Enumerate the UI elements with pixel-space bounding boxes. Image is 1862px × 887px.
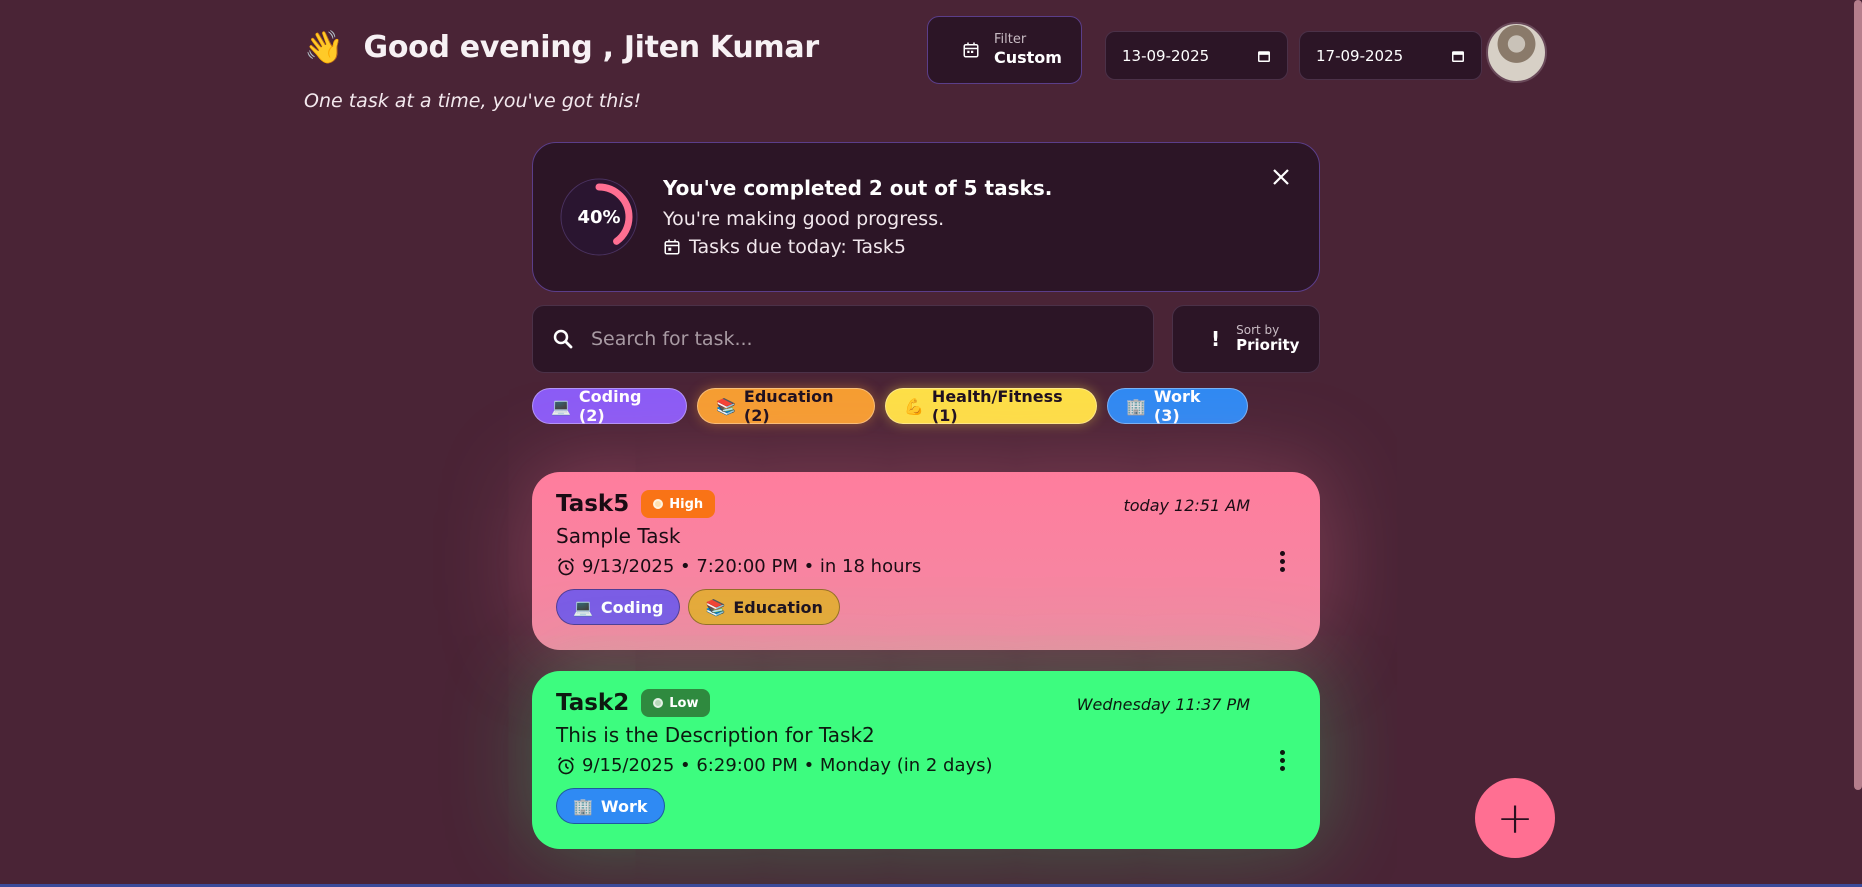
filter-value: Custom xyxy=(994,48,1062,67)
task-due-date: 9/15/2025 • 6:29:00 PM • Monday (in 2 da… xyxy=(582,755,993,776)
greeting-heading: 👋 Good evening , Jiten Kumar xyxy=(304,28,819,66)
filter-caption: Filter xyxy=(994,32,1027,47)
progress-card: 40% You've completed 2 out of 5 tasks. Y… xyxy=(532,142,1320,292)
category-chip-health-fitness[interactable]: 💪 Health/Fitness (1) xyxy=(885,387,1097,425)
category-chip-label: Coding (2) xyxy=(578,387,642,425)
priority-badge: High xyxy=(641,490,716,518)
task-title: Task5 xyxy=(556,491,630,517)
task-description: This is the Description for Task2 xyxy=(556,723,875,747)
calendar-picker-icon[interactable] xyxy=(1451,49,1465,63)
end-date-input[interactable]: 17-09-2025 xyxy=(1299,31,1482,80)
category-chip-label: Health/Fitness (1) xyxy=(931,387,1063,425)
filter-button[interactable]: Filter Custom xyxy=(927,16,1082,84)
category-filter-chips: 💻 Coding (2) 📚 Education (2) 💪 Health/Fi… xyxy=(532,387,1248,425)
task-created-time: Wednesday 11:37 PM xyxy=(1076,695,1250,714)
task-title: Task2 xyxy=(556,690,630,716)
calendar-icon xyxy=(963,42,979,58)
category-chip-education[interactable]: 📚 Education (2) xyxy=(697,387,875,425)
progress-ring: 40% xyxy=(555,173,643,261)
calendar-icon xyxy=(664,239,680,255)
priority-label: Low xyxy=(669,695,699,711)
books-icon: 📚 xyxy=(705,597,726,617)
start-date-input[interactable]: 13-09-2025 xyxy=(1105,31,1288,80)
priority-dot-icon xyxy=(653,499,664,509)
search-bar[interactable] xyxy=(532,305,1154,373)
scrollbar[interactable] xyxy=(1854,0,1862,790)
task-description: Sample Task xyxy=(556,524,681,548)
task-tag-label: Coding xyxy=(600,597,664,617)
progress-message: You're making good progress. xyxy=(663,208,945,230)
category-chip-label: Work (3) xyxy=(1153,387,1201,425)
muscle-icon: 💪 xyxy=(904,396,924,416)
search-input[interactable] xyxy=(591,328,1131,350)
task-tag-label: Work xyxy=(600,796,648,816)
user-avatar[interactable] xyxy=(1486,22,1547,83)
task-card[interactable]: Task5 High today 12:51 AM Sample Task 9/… xyxy=(532,472,1320,650)
office-building-icon: 🏢 xyxy=(573,796,593,816)
laptop-icon: 💻 xyxy=(551,396,571,416)
priority-label: High xyxy=(669,496,704,512)
category-chip-work[interactable]: 🏢 Work (3) xyxy=(1107,387,1248,425)
start-date-value: 13-09-2025 xyxy=(1122,46,1210,65)
category-chip-coding[interactable]: 💻 Coding (2) xyxy=(532,387,687,425)
priority-dot-icon xyxy=(653,698,664,708)
task-tag-coding[interactable]: 💻 Coding xyxy=(556,589,681,625)
progress-completed-text: You've completed 2 out of 5 tasks. xyxy=(663,176,1053,200)
tasks-due-today: Tasks due today: Task5 xyxy=(689,236,906,258)
sort-value: Priority xyxy=(1236,336,1300,354)
category-chip-label: Education (2) xyxy=(743,387,834,425)
task-due-date: 9/13/2025 • 7:20:00 PM • in 18 hours xyxy=(582,556,922,577)
wave-icon: 👋 xyxy=(304,28,344,66)
task-card[interactable]: Task2 Low Wednesday 11:37 PM This is the… xyxy=(532,671,1320,849)
office-building-icon: 🏢 xyxy=(1126,396,1146,416)
close-icon[interactable] xyxy=(1269,167,1293,191)
task-tag-label: Education xyxy=(733,597,823,617)
alarm-clock-icon xyxy=(557,557,575,575)
more-options-icon[interactable] xyxy=(1278,747,1286,774)
priority-icon: ! xyxy=(1211,327,1221,351)
calendar-picker-icon[interactable] xyxy=(1257,49,1271,63)
task-tag-education[interactable]: 📚 Education xyxy=(688,589,840,625)
more-options-icon[interactable] xyxy=(1278,548,1286,575)
task-created-time: today 12:51 AM xyxy=(1123,496,1250,515)
laptop-icon: 💻 xyxy=(573,597,593,617)
priority-badge: Low xyxy=(641,689,711,717)
add-task-button[interactable]: + xyxy=(1475,778,1555,858)
sort-button[interactable]: ! Sort by Priority xyxy=(1172,305,1320,373)
greeting-text: Good evening , Jiten Kumar xyxy=(363,29,820,65)
end-date-value: 17-09-2025 xyxy=(1316,46,1404,65)
task-tag-work[interactable]: 🏢 Work xyxy=(556,788,665,824)
greeting-subtitle: One task at a time, you've got this! xyxy=(304,90,642,112)
alarm-clock-icon xyxy=(557,756,575,774)
search-icon xyxy=(553,329,573,349)
progress-percent: 40% xyxy=(577,206,621,228)
books-icon: 📚 xyxy=(716,396,736,416)
